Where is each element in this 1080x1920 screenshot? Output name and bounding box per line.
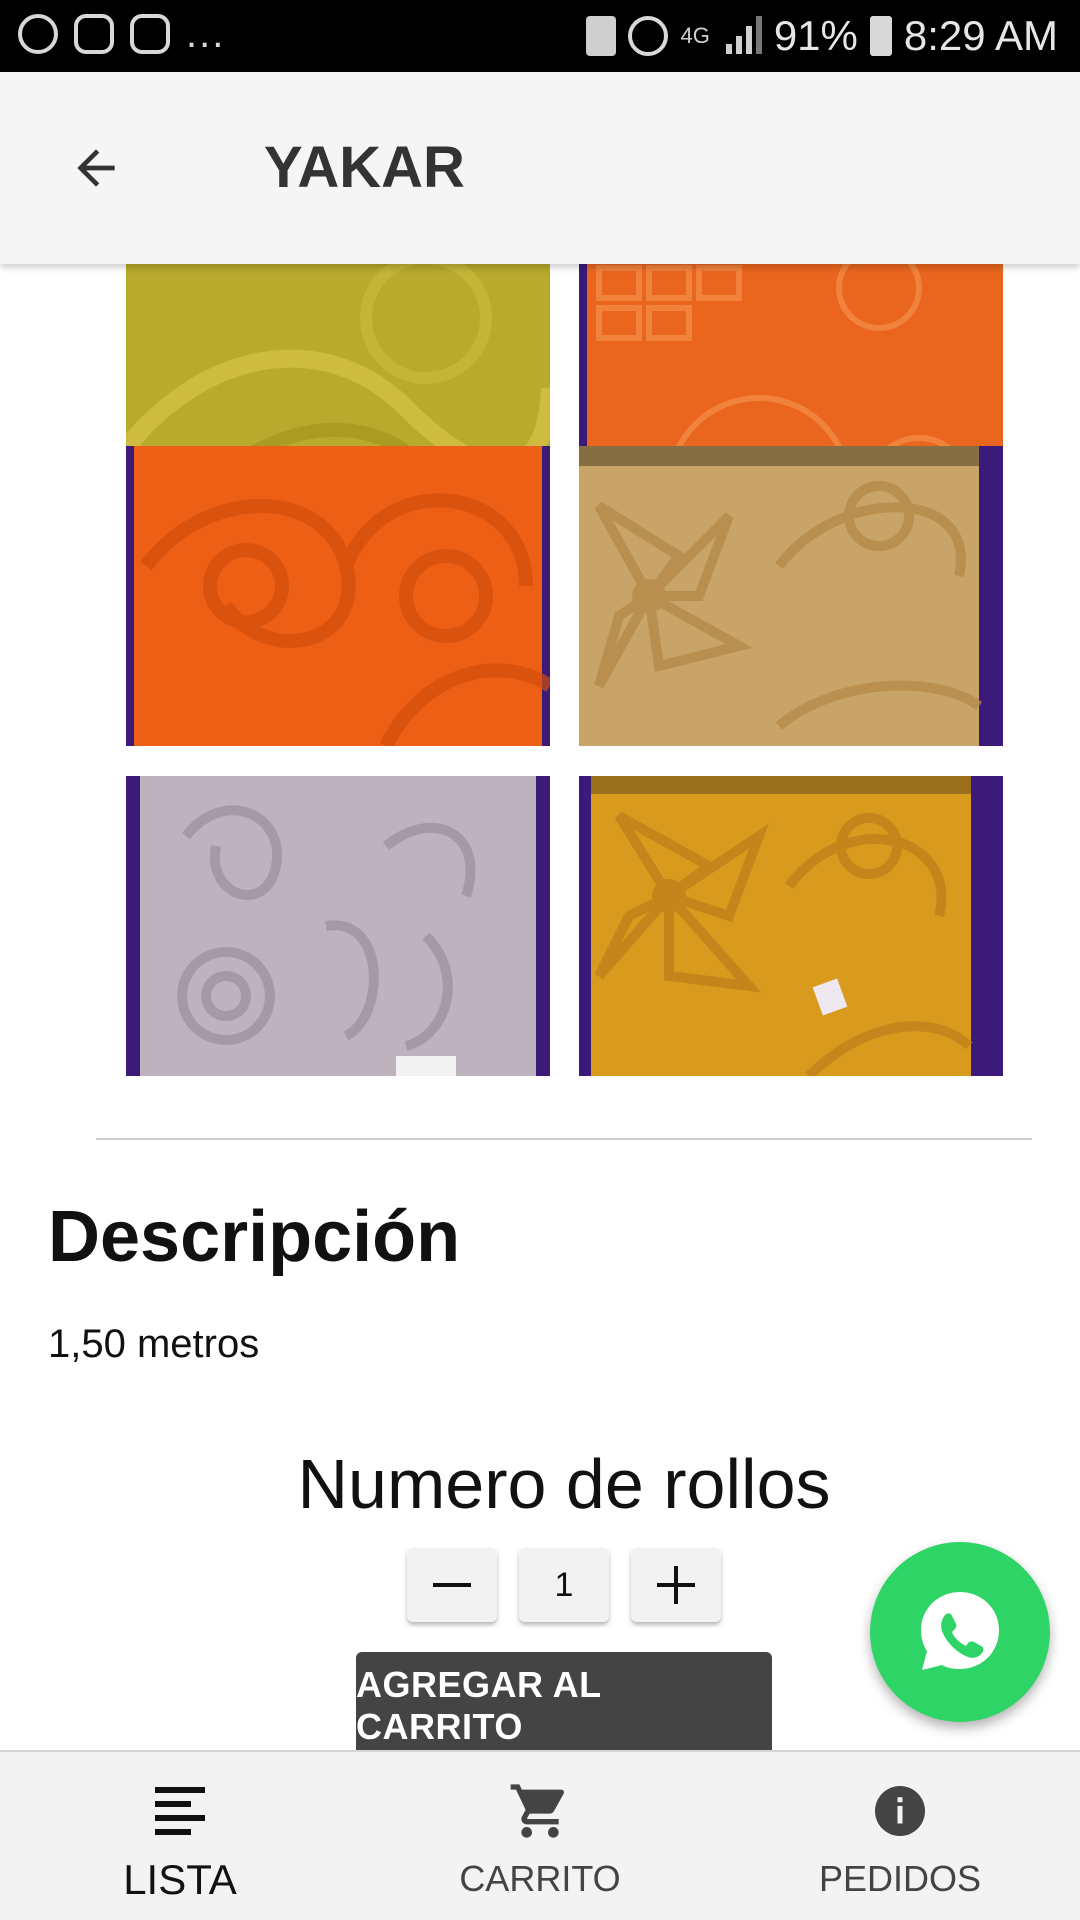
alarm-icon (628, 16, 669, 56)
minus-icon (433, 1583, 471, 1587)
nav-item-carrito[interactable]: CARRITO (360, 1752, 720, 1920)
whatsapp-icon (18, 14, 58, 54)
gallery-image[interactable] (126, 446, 550, 746)
more-notifications: ... (186, 12, 226, 56)
info-icon (870, 1778, 930, 1844)
bottom-navigation: LISTA CARRITO PEDIDOS (0, 1750, 1080, 1920)
quantity-value[interactable]: 1 (519, 1548, 609, 1622)
page-title: YAKAR (264, 135, 465, 200)
decrease-quantity-button[interactable] (407, 1548, 497, 1622)
arrow-left-icon (77, 149, 115, 187)
nav-label-pedidos: PEDIDOS (818, 1858, 982, 1899)
sim-icon (586, 16, 617, 56)
plus-icon (657, 1566, 695, 1604)
battery-percent: 91% (773, 12, 858, 59)
divider (96, 1138, 1032, 1140)
clock: 8:29 AM (903, 12, 1058, 59)
back-button[interactable] (56, 128, 136, 208)
quantity-label: Numero de rollos (297, 1445, 831, 1523)
whatsapp-fab-button[interactable] (870, 1542, 1050, 1722)
gallery-image[interactable] (126, 776, 550, 1076)
gallery-image[interactable] (579, 776, 1003, 1076)
whatsapp-icon (921, 1592, 999, 1670)
add-to-cart-button[interactable]: AGREGAR AL CARRITO (356, 1652, 772, 1760)
increase-quantity-button[interactable] (631, 1548, 721, 1622)
battery-icon (869, 16, 892, 56)
nav-label-lista: LISTA (123, 1856, 237, 1903)
instagram-icon (130, 14, 170, 54)
instagram-icon (74, 14, 114, 54)
network-type: 4G (680, 23, 710, 48)
status-bar: ... 4G 91% 8:29 AM (0, 0, 1080, 72)
signal-icon (722, 16, 762, 56)
list-icon (153, 1778, 207, 1844)
product-gallery (0, 228, 1080, 1094)
nav-item-pedidos[interactable]: PEDIDOS (720, 1752, 1080, 1920)
description-heading: Descripción (48, 1197, 461, 1277)
app-bar: YAKAR (0, 72, 1080, 264)
description-text: 1,50 metros (48, 1322, 260, 1366)
nav-label-carrito: CARRITO (459, 1858, 621, 1899)
nav-item-lista[interactable]: LISTA (0, 1752, 360, 1920)
screen: ... 4G 91% 8:29 AM YAKAR Descripción 1,5… (0, 0, 1080, 1920)
gallery-image[interactable] (579, 446, 1003, 746)
cart-icon (508, 1778, 572, 1844)
